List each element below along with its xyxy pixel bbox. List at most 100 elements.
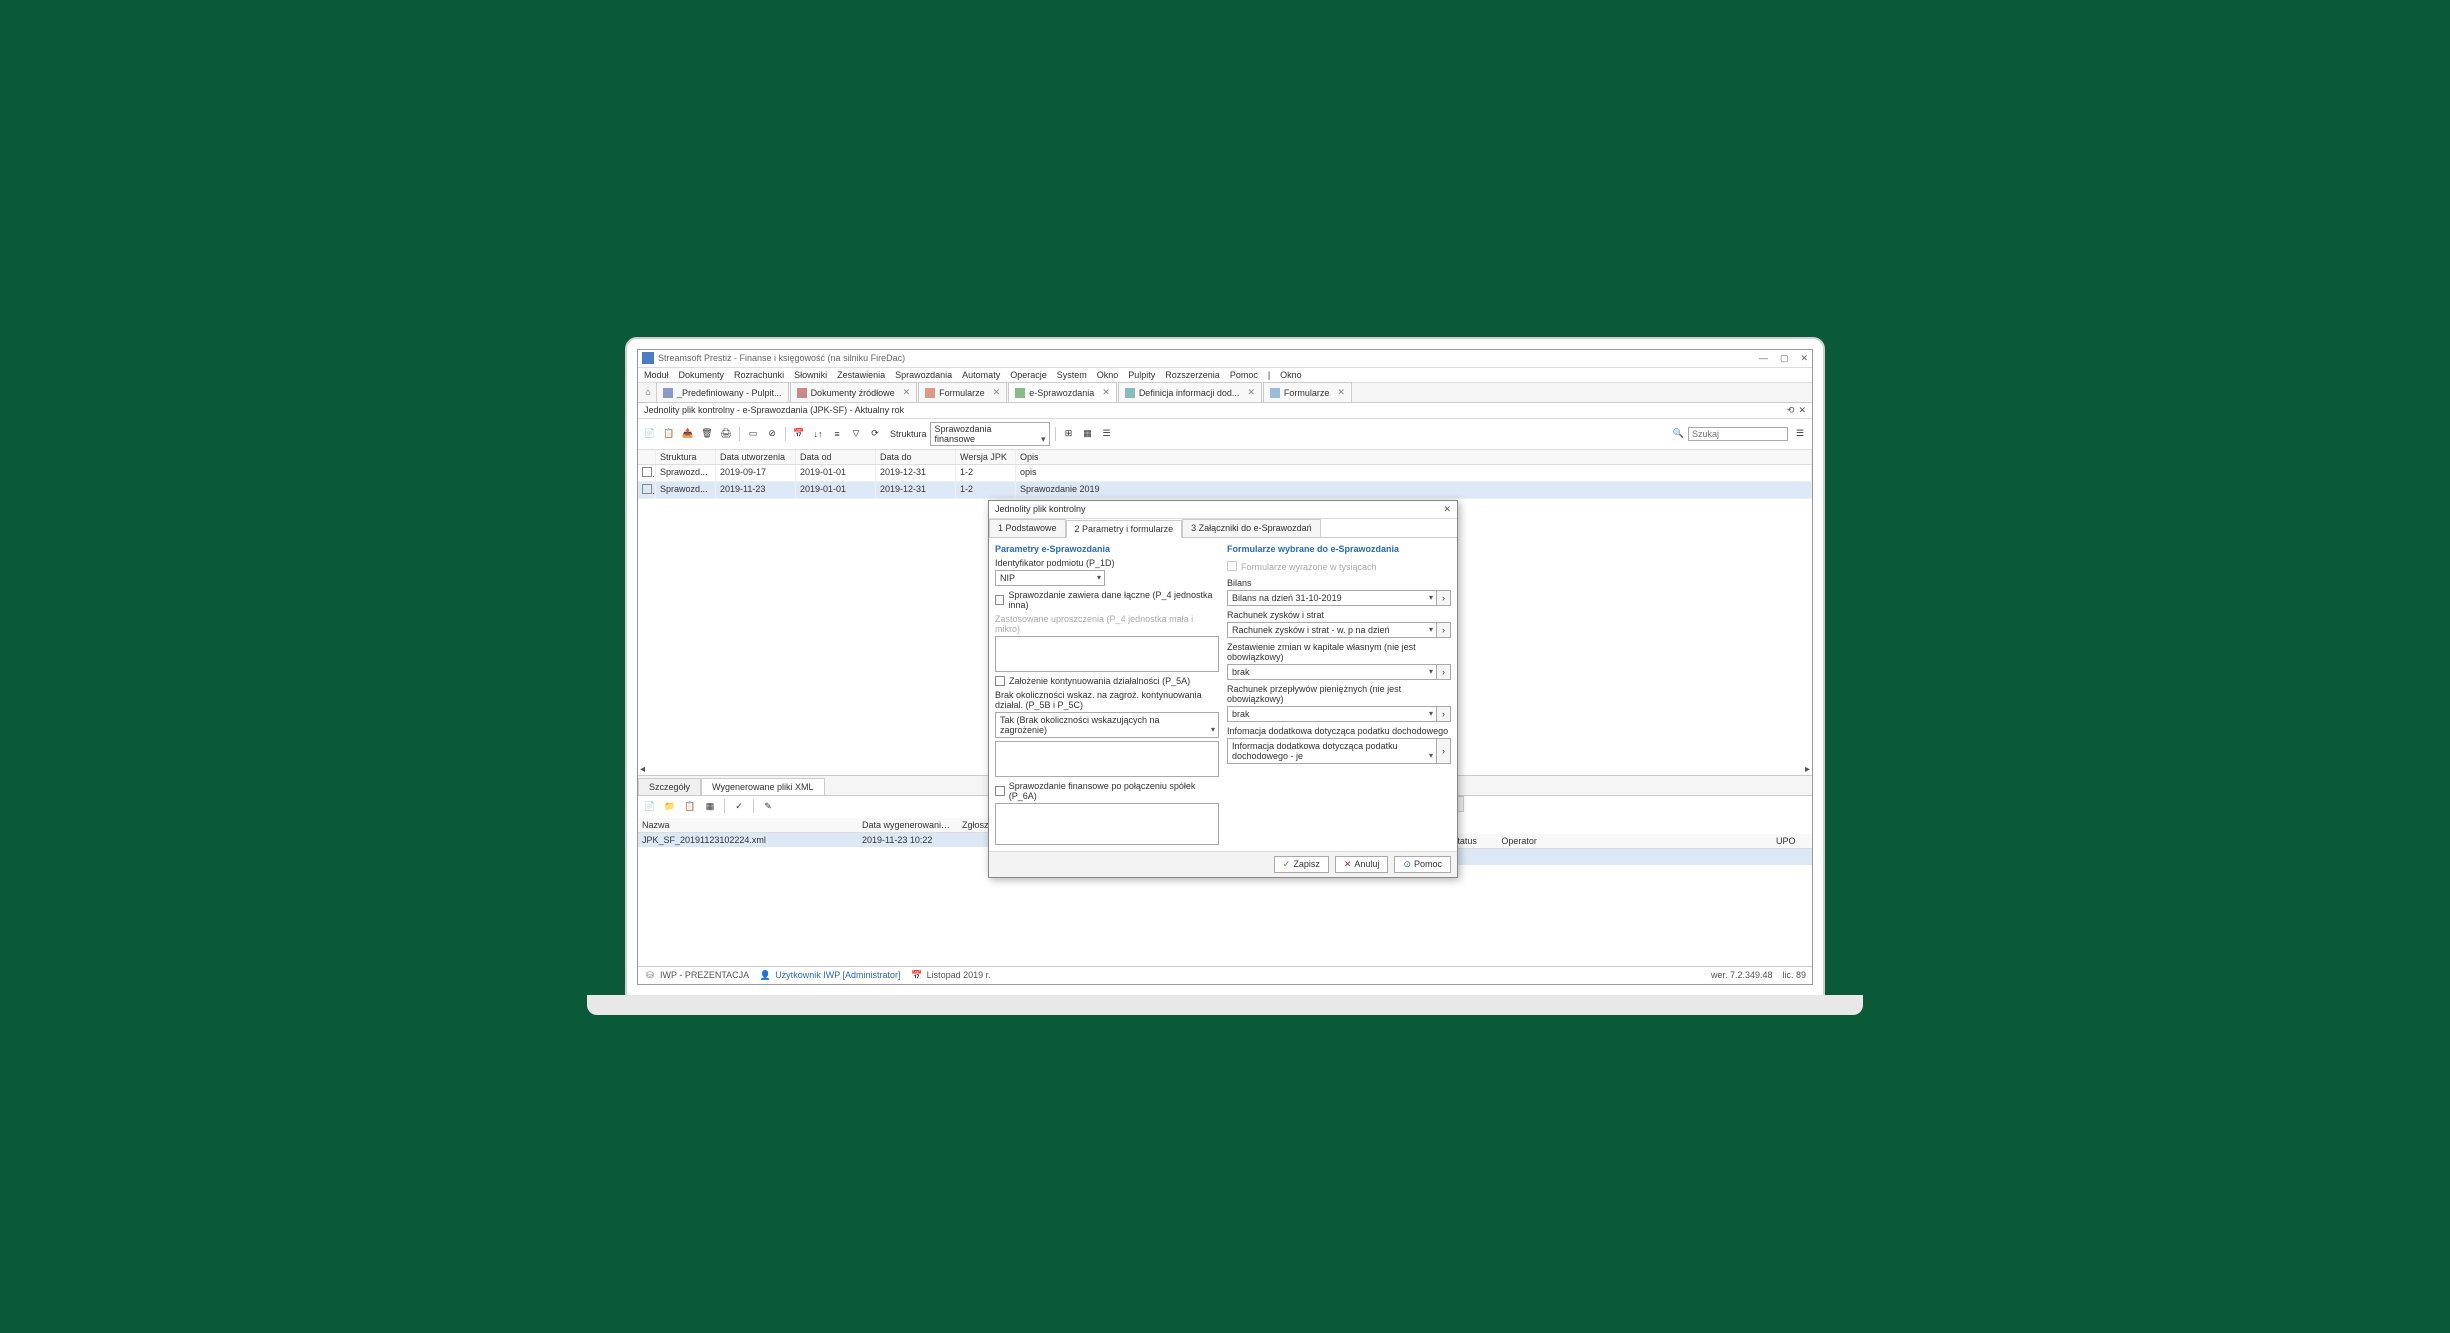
menu-system[interactable]: System xyxy=(1057,370,1087,380)
tab-esprawozdania[interactable]: e-Sprawozdania✕ xyxy=(1008,382,1117,402)
menu-okno2[interactable]: Okno xyxy=(1280,370,1302,380)
combo-brak-okolicznosci[interactable]: Tak (Brak okoliczności wskazujących na z… xyxy=(995,712,1219,738)
print-icon[interactable]: 🖨 xyxy=(718,426,734,442)
row-checkbox[interactable] xyxy=(642,484,652,494)
menu-zestawienia[interactable]: Zestawienia xyxy=(837,370,885,380)
textarea-polaczenie[interactable] xyxy=(995,803,1219,845)
col-data-utworzenia[interactable]: Data utworzenia xyxy=(716,450,796,464)
menu-operacje[interactable]: Operacje xyxy=(1010,370,1047,380)
combo-rzis[interactable]: Rachunek zysków i strat - w. p na dzień xyxy=(1227,622,1437,638)
menu-okno[interactable]: Okno xyxy=(1097,370,1119,380)
copy-icon[interactable]: 📋 xyxy=(682,799,698,815)
delete-icon[interactable]: 🗑 xyxy=(699,426,715,442)
detail-tab-szczegoly[interactable]: Szczegóły xyxy=(638,778,701,795)
menu-icon[interactable]: ☰ xyxy=(1792,426,1808,442)
export-icon[interactable]: 📤 xyxy=(680,426,696,442)
check-icon[interactable]: ✓ xyxy=(731,799,747,815)
dialog-tab-zalaczniki[interactable]: 3 Załączniki do e-Sprawozdań xyxy=(1182,519,1321,537)
check-icon[interactable]: ⊘ xyxy=(764,426,780,442)
minimize-button[interactable]: — xyxy=(1759,353,1768,364)
structure-combo[interactable]: Sprawozdania finansowe xyxy=(930,422,1050,446)
help-button[interactable]: ⊙Pomoc xyxy=(1394,856,1451,873)
textarea-uproszczenia[interactable] xyxy=(995,636,1219,672)
calendar-icon[interactable]: 📅 xyxy=(791,426,807,442)
tab-close-icon[interactable]: ✕ xyxy=(993,387,1001,398)
textarea-okolicznosci[interactable] xyxy=(995,741,1219,777)
picker-button[interactable]: › xyxy=(1437,738,1451,764)
copy-icon[interactable]: 📋 xyxy=(661,426,677,442)
picker-button[interactable]: › xyxy=(1437,622,1451,638)
grid-row[interactable]: Sprawozd... 2019-11-23 2019-01-01 2019-1… xyxy=(638,482,1812,499)
col-nazwa[interactable]: Nazwa xyxy=(638,818,858,832)
checkbox-dane-laczne[interactable] xyxy=(995,595,1004,605)
dialog-tab-podstawowe[interactable]: 1 Podstawowe xyxy=(989,519,1066,537)
col-checkbox[interactable] xyxy=(638,450,656,464)
panel-sync-icon[interactable]: ⟲ xyxy=(1787,405,1795,416)
tab-formularze2[interactable]: Formularze✕ xyxy=(1263,382,1352,402)
col-wersja[interactable]: Wersja JPK xyxy=(956,450,1016,464)
menu-modul[interactable]: Moduł xyxy=(644,370,669,380)
col-upo[interactable]: UPO xyxy=(1772,834,1812,848)
col-data-od[interactable]: Data od xyxy=(796,450,876,464)
table-icon[interactable]: ▦ xyxy=(702,799,718,815)
add-icon[interactable]: 📄 xyxy=(642,799,658,815)
new-icon[interactable]: 📄 xyxy=(642,426,658,442)
menu-automaty[interactable]: Automaty xyxy=(962,370,1000,380)
search-input[interactable] xyxy=(1688,427,1788,441)
checkbox-tysiace[interactable] xyxy=(1227,561,1237,571)
checkbox-kontynuacja[interactable] xyxy=(995,676,1005,686)
dialog-tab-parametry[interactable]: 2 Parametry i formularze xyxy=(1066,520,1183,538)
grid-icon[interactable]: ▦ xyxy=(1080,426,1096,442)
menu-pomoc[interactable]: Pomoc xyxy=(1230,370,1258,380)
user-name[interactable]: Użytkownik IWP [Administrator] xyxy=(775,970,900,980)
tab-close-icon[interactable]: ✕ xyxy=(1102,387,1110,398)
scroll-right-icon[interactable]: ▸ xyxy=(1805,764,1810,775)
menu-sprawozdania[interactable]: Sprawozdania xyxy=(895,370,952,380)
combo-info[interactable]: Informacja dodatkowa dotycząca podatku d… xyxy=(1227,738,1437,764)
sort-asc-icon[interactable]: ↓↑ xyxy=(810,426,826,442)
combo-zestawienie[interactable]: brak xyxy=(1227,664,1437,680)
tab-formularze[interactable]: Formularze✕ xyxy=(918,382,1007,402)
filter-icon[interactable]: ▽ xyxy=(848,426,864,442)
panel-close-icon[interactable]: ✕ xyxy=(1798,405,1806,416)
sort-desc-icon[interactable]: ≡ xyxy=(829,426,845,442)
col-data-do[interactable]: Data do xyxy=(876,450,956,464)
tab-close-icon[interactable]: ✕ xyxy=(1337,387,1345,398)
tab-close-icon[interactable]: ✕ xyxy=(903,387,911,398)
dialog-close-icon[interactable]: ✕ xyxy=(1443,504,1451,515)
picker-button[interactable]: › xyxy=(1437,664,1451,680)
picker-button[interactable]: › xyxy=(1437,590,1451,606)
picker-button[interactable]: › xyxy=(1437,706,1451,722)
refresh-icon[interactable]: ⟳ xyxy=(867,426,883,442)
cancel-button[interactable]: ✕Anuluj xyxy=(1335,856,1389,873)
home-icon[interactable]: ⌂ xyxy=(640,387,656,397)
box-icon[interactable]: ▭ xyxy=(745,426,761,442)
scroll-left-icon[interactable]: ◂ xyxy=(640,764,645,775)
menu-rozrachunki[interactable]: Rozrachunki xyxy=(734,370,784,380)
menu-dokumenty[interactable]: Dokumenty xyxy=(679,370,725,380)
col-data-wyg[interactable]: Data wygenerowania pli... xyxy=(858,818,958,832)
combo-ident[interactable]: NIP xyxy=(995,570,1105,586)
close-button[interactable]: ✕ xyxy=(1800,353,1808,364)
tab-close-icon[interactable]: ✕ xyxy=(1247,387,1255,398)
grid-row[interactable]: Sprawozd... 2019-09-17 2019-01-01 2019-1… xyxy=(638,465,1812,482)
folder-icon[interactable]: 📁 xyxy=(662,799,678,815)
detail-tab-xml[interactable]: Wygenerowane pliki XML xyxy=(701,778,824,795)
list-icon[interactable]: ☰ xyxy=(1099,426,1115,442)
combo-rachunek[interactable]: brak xyxy=(1227,706,1437,722)
tab-dokumenty[interactable]: Dokumenty źródłowe✕ xyxy=(790,382,918,402)
col-opis[interactable]: Opis xyxy=(1016,450,1812,464)
menu-rozszerzenia[interactable]: Rozszerzenia xyxy=(1165,370,1220,380)
columns-icon[interactable]: ⊞ xyxy=(1061,426,1077,442)
menu-pulpity[interactable]: Pulpity xyxy=(1128,370,1155,380)
row-checkbox[interactable] xyxy=(642,467,652,477)
col-struktura[interactable]: Struktura xyxy=(656,450,716,464)
save-button[interactable]: ✓Zapisz xyxy=(1274,856,1329,873)
col-operator[interactable]: Operator xyxy=(1497,834,1772,848)
tab-definicja[interactable]: Definicja informacji dod...✕ xyxy=(1118,382,1262,402)
sign-icon[interactable]: ✎ xyxy=(760,799,776,815)
maximize-button[interactable]: ▢ xyxy=(1780,353,1789,364)
checkbox-polaczenie[interactable] xyxy=(995,786,1005,796)
combo-bilans[interactable]: Bilans na dzień 31-10-2019 xyxy=(1227,590,1437,606)
tab-pulpit[interactable]: _Predefiniowany - Pulpit... xyxy=(656,382,789,402)
